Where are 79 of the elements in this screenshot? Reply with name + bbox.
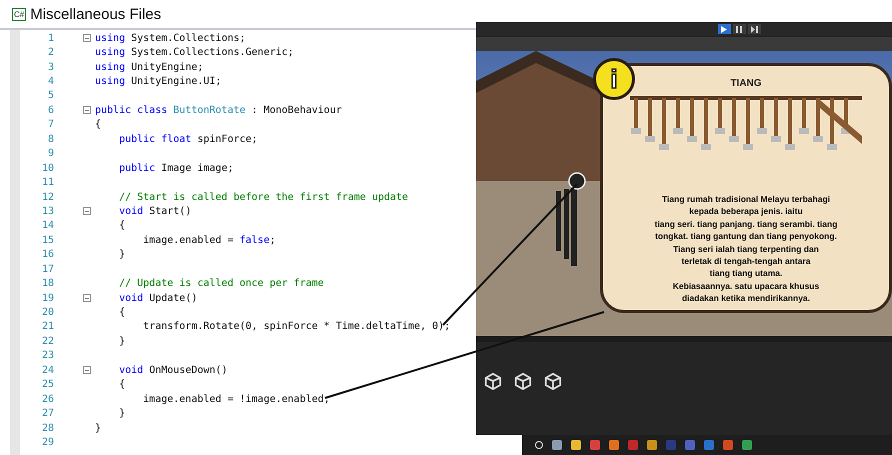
line-number: 10 <box>40 162 54 174</box>
line-number: 1 <box>46 32 54 44</box>
file-title: Miscellaneous Files <box>30 6 162 22</box>
app-icon[interactable] <box>723 440 733 450</box>
app-icon[interactable] <box>628 440 638 450</box>
line-number: 29 <box>40 436 54 448</box>
line-number: 8 <box>46 134 54 145</box>
line-number: 28 <box>40 422 54 434</box>
code-line: using System.Collections.Generic; <box>95 47 294 58</box>
line-number: 19 <box>40 292 54 304</box>
unity-cube-icon[interactable] <box>544 372 562 390</box>
code-line: { <box>118 307 126 318</box>
collapse-icon[interactable] <box>83 106 91 114</box>
search-field[interactable] <box>476 435 522 455</box>
code-line: // Start is called before the first frame update <box>118 192 408 203</box>
unity-cube-icon[interactable] <box>514 372 532 390</box>
line-number: 26 <box>40 394 54 405</box>
app-icon[interactable] <box>590 440 600 450</box>
line-number: 4 <box>46 76 54 88</box>
line-number: 2 <box>46 47 54 58</box>
line-number: 27 <box>40 408 54 420</box>
panel-title: TIANG <box>730 78 762 89</box>
line-number: 9 <box>46 148 54 160</box>
app-icon[interactable] <box>609 440 619 450</box>
play-button[interactable] <box>718 24 730 34</box>
panel-description: Tiang rumah tradisional Melayu terbahagi kepada beberapa jenis. iaitu tiang seri. tiang panjang. tiang serambi. tiang tongkat. tiang gantung dan tiang penyokong. Tiang seri ialah tiang terpenting dan terletak di tengah-tengah antara tiang tiang utama. Kebiasaannya. satu upacara khusus diadakan ketika mendirikannya. <box>654 193 838 305</box>
line-number: 5 <box>46 90 54 102</box>
code-line: image.enabled = false; <box>142 234 276 246</box>
code-line: using UnityEngine.UI; <box>95 76 222 88</box>
line-number: 16 <box>40 249 54 260</box>
line-number: 17 <box>40 264 54 275</box>
line-number: 22 <box>40 336 54 347</box>
line-number: 7 <box>46 119 54 130</box>
code-line: public class ButtonRotate : MonoBehaviour <box>95 104 342 116</box>
collapse-icon[interactable] <box>83 366 91 374</box>
collapse-icon[interactable] <box>83 34 91 42</box>
code-line: { <box>95 119 102 130</box>
line-number: 24 <box>40 364 54 376</box>
code-line: transform.Rotate(0, spinForce * Time.deltaTime, 0); <box>142 321 450 332</box>
code-line: public Image image; <box>118 162 234 174</box>
line-number: 6 <box>46 104 54 116</box>
code-line: void Start() <box>118 206 192 217</box>
line-number: 18 <box>40 278 54 290</box>
collapse-icon[interactable] <box>83 294 91 302</box>
collapse-icon[interactable] <box>83 207 91 216</box>
line-number: 20 <box>40 307 54 318</box>
code-line: { <box>118 220 126 232</box>
app-icon[interactable] <box>647 440 657 450</box>
code-line: void Update() <box>118 292 198 304</box>
line-number: 13 <box>40 206 54 217</box>
line-number: 12 <box>40 192 54 203</box>
line-number: 11 <box>40 177 54 188</box>
code-line: using System.Collections; <box>95 32 246 44</box>
code-line: public float spinForce; <box>118 134 258 145</box>
code-line: image.enabled = !image.enabled; <box>142 394 330 405</box>
code-line: } <box>118 249 126 260</box>
code-line: // Update is called once per frame <box>118 278 324 290</box>
pause-button[interactable] <box>732 24 746 34</box>
line-number: 25 <box>40 379 54 390</box>
code-line: void OnMouseDown() <box>118 364 228 376</box>
code-line: } <box>118 408 126 420</box>
step-button[interactable] <box>748 24 760 34</box>
line-number: 14 <box>40 220 54 232</box>
code-line: { <box>118 379 126 390</box>
csharp-file-icon: C# <box>12 8 26 20</box>
app-icon[interactable] <box>704 440 714 450</box>
line-number: 15 <box>40 234 54 246</box>
code-line: } <box>95 422 102 434</box>
code-line: } <box>118 336 126 347</box>
app-icon[interactable] <box>742 440 752 450</box>
app-icon[interactable] <box>685 440 695 450</box>
app-icon[interactable] <box>552 440 562 450</box>
line-number: 21 <box>40 321 54 332</box>
line-number: 3 <box>46 62 54 73</box>
circle-icon[interactable] <box>535 441 543 449</box>
app-icon[interactable] <box>571 440 581 450</box>
line-number: 23 <box>40 350 54 362</box>
unity-cube-icon[interactable] <box>484 372 502 390</box>
code-line: using UnityEngine; <box>95 62 204 73</box>
